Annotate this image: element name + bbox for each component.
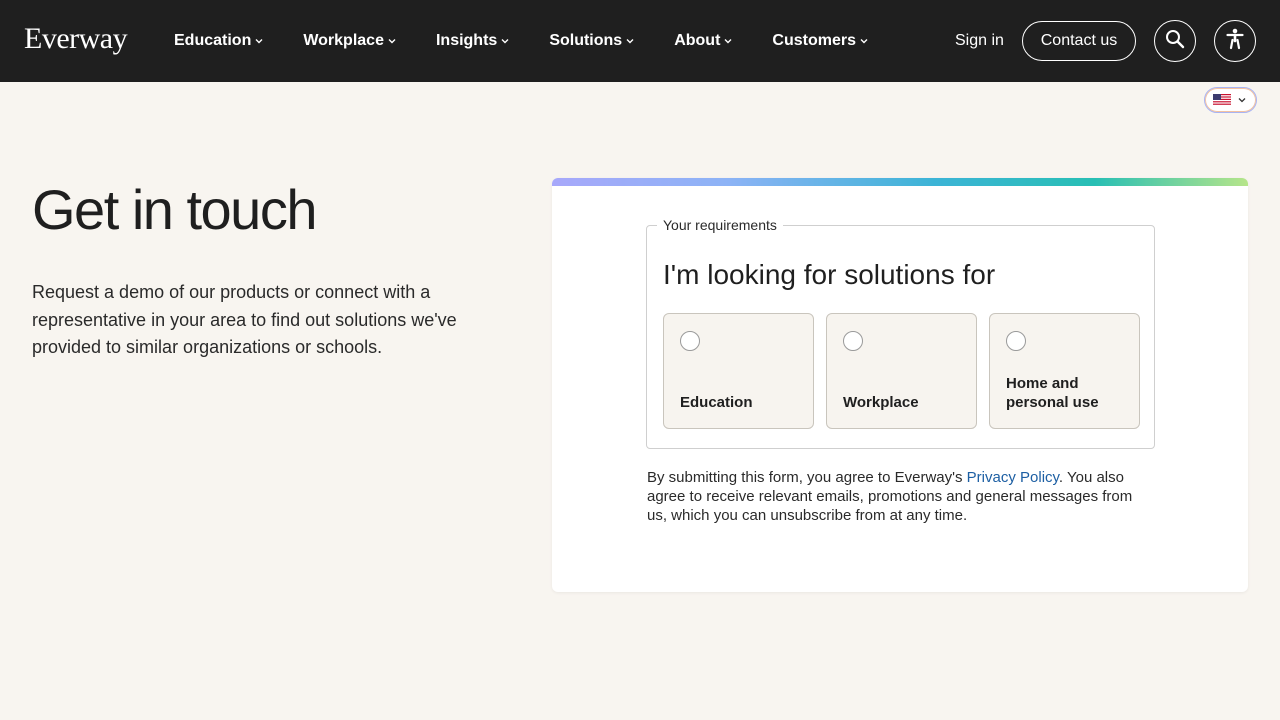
nav-item-education[interactable]: Education <box>174 32 264 50</box>
option-workplace[interactable]: Workplace <box>826 313 977 429</box>
nav-item-label: Solutions <box>549 32 623 49</box>
privacy-policy-link[interactable]: Privacy Policy <box>967 469 1059 486</box>
contact-form-card: Your requirements I'm looking for soluti… <box>552 178 1248 592</box>
solution-options: Education Workplace Home and personal us… <box>663 313 1140 429</box>
chevron-down-icon <box>723 36 733 46</box>
search-icon <box>1165 29 1185 54</box>
sign-in-link[interactable]: Sign in <box>955 30 1004 52</box>
site-header: Everway Education Workplace Insights Sol… <box>0 0 1280 82</box>
option-home-personal-use[interactable]: Home and personal use <box>989 313 1140 429</box>
consent-text-before: By submitting this form, you agree to Ev… <box>647 469 967 486</box>
nav-item-workplace[interactable]: Workplace <box>303 32 397 50</box>
option-education[interactable]: Education <box>663 313 814 429</box>
locale-selector[interactable] <box>1204 87 1257 113</box>
nav-item-solutions[interactable]: Solutions <box>549 32 635 50</box>
page-title: Get in touch <box>32 178 317 241</box>
nav-item-label: Customers <box>772 32 856 49</box>
consent-text: By submitting this form, you agree to Ev… <box>647 468 1147 525</box>
intro-text: Request a demo of our products or connec… <box>32 282 457 357</box>
chevron-down-icon <box>859 36 869 46</box>
requirements-fieldset: Your requirements I'm looking for soluti… <box>646 216 1155 449</box>
gradient-accent-bar <box>552 178 1248 186</box>
nav-item-label: About <box>674 32 721 49</box>
nav-item-label: Insights <box>435 32 498 49</box>
radio-button[interactable] <box>843 331 863 351</box>
accessibility-icon <box>1225 28 1245 55</box>
option-label: Home and personal use <box>1006 375 1099 411</box>
chevron-down-icon <box>254 36 264 46</box>
search-button[interactable] <box>1154 20 1196 62</box>
chevron-down-icon <box>625 36 635 46</box>
radio-button[interactable] <box>1006 331 1026 351</box>
option-label: Workplace <box>843 394 919 411</box>
nav-item-about[interactable]: About <box>674 32 733 50</box>
fieldset-legend: Your requirements <box>657 216 783 234</box>
chevron-down-icon <box>500 36 510 46</box>
nav-item-customers[interactable]: Customers <box>772 32 869 50</box>
nav-item-label: Workplace <box>303 32 384 49</box>
main-nav: Education Workplace Insights Solutions A… <box>174 30 908 52</box>
nav-item-insights[interactable]: Insights <box>436 32 510 50</box>
nav-item-label: Education <box>174 32 252 49</box>
contact-us-button[interactable]: Contact us <box>1022 21 1136 61</box>
option-label: Education <box>680 394 753 411</box>
everway-logo[interactable]: Everway <box>24 22 128 56</box>
radio-button[interactable] <box>680 331 700 351</box>
chevron-down-icon <box>387 36 397 46</box>
accessibility-button[interactable] <box>1214 20 1256 62</box>
solutions-question: I'm looking for solutions for <box>663 259 996 290</box>
chevron-down-icon <box>1231 96 1247 104</box>
us-flag-icon <box>1213 94 1231 106</box>
